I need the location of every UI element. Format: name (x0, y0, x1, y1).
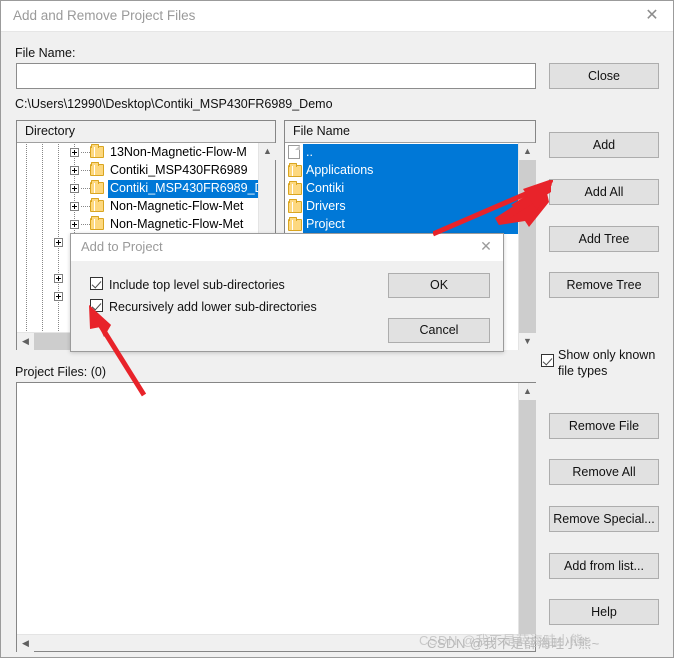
chevron-up-icon[interactable]: ▲ (519, 143, 536, 160)
close-button[interactable]: Close (549, 63, 659, 89)
tree-row-selected[interactable]: Contiki_MSP430FR6989_D (18, 180, 259, 198)
tree-row-label: Non-Magnetic-Flow-Met (110, 217, 244, 231)
list-item[interactable]: Drivers (286, 198, 519, 216)
list-item-label: Project (306, 217, 345, 231)
close-icon[interactable]: ✕ (639, 5, 665, 27)
add-button[interactable]: Add (549, 132, 659, 158)
folder-icon (90, 216, 104, 230)
list-item-label: Contiki (306, 181, 345, 195)
file-name-label: File Name: (15, 46, 76, 60)
tree-connector (81, 152, 90, 153)
show-only-known-label-line2: file types (558, 364, 608, 378)
list-item-label: Applications (306, 163, 374, 177)
expand-plus-icon[interactable] (70, 184, 79, 193)
include-top-level-label: Include top level sub-directories (109, 278, 285, 292)
folder-icon (90, 144, 104, 158)
chevron-left-icon[interactable]: ◀ (17, 635, 34, 652)
tree-row-label: 13Non-Magnetic-Flow-M (110, 145, 247, 159)
expand-plus-icon[interactable] (70, 202, 79, 211)
tree-connector (81, 206, 90, 207)
expand-plus-icon[interactable] (70, 166, 79, 175)
include-top-level-checkbox[interactable] (90, 277, 103, 290)
list-item-label: Drivers (306, 199, 346, 213)
chevron-up-icon[interactable]: ▲ (519, 383, 536, 400)
project-files-panel[interactable]: ▲ ◀ (16, 382, 536, 652)
add-to-project-dialog: Add to Project ✕ Include top level sub-d… (70, 233, 504, 352)
directory-panel-header: Directory (17, 121, 275, 143)
list-item-label: .. (306, 145, 313, 159)
add-remove-project-files-dialog: Add and Remove Project Files ✕ File Name… (0, 0, 674, 658)
project-files-vertical-scrollbar[interactable]: ▲ (518, 383, 536, 634)
folder-icon (288, 217, 302, 231)
remove-special-button[interactable]: Remove Special... (549, 506, 659, 532)
list-item[interactable]: .. (286, 144, 519, 162)
folder-icon (90, 198, 104, 212)
expand-plus-icon[interactable] (70, 148, 79, 157)
recursively-add-lower-checkbox[interactable] (90, 299, 103, 312)
remove-file-button[interactable]: Remove File (549, 413, 659, 439)
modal-title-bar: Add to Project ✕ (71, 234, 503, 261)
add-from-list-button[interactable]: Add from list... (549, 553, 659, 579)
expand-plus-icon[interactable] (54, 292, 63, 301)
current-path-label: C:\Users\12990\Desktop\Contiki_MSP430FR6… (15, 97, 333, 111)
title-bar: Add and Remove Project Files ✕ (1, 1, 673, 32)
tree-connector (81, 170, 90, 171)
chevron-down-icon[interactable]: ▼ (519, 333, 536, 350)
list-item[interactable]: Project (286, 216, 519, 234)
tree-row[interactable]: Contiki_MSP430FR6989 (18, 162, 259, 180)
modal-ok-button[interactable]: OK (388, 273, 490, 298)
tree-row[interactable]: Non-Magnetic-Flow-Met (18, 216, 259, 234)
tree-row[interactable]: Non-Magnetic-Flow-Met (18, 198, 259, 216)
scrollbar-thumb[interactable] (519, 400, 536, 634)
show-only-known-file-types-checkbox[interactable] (541, 354, 554, 367)
remove-tree-button[interactable]: Remove Tree (549, 272, 659, 298)
folder-icon (90, 180, 104, 194)
recursively-add-lower-label: Recursively add lower sub-directories (109, 300, 317, 314)
expand-plus-icon[interactable] (54, 274, 63, 283)
chevron-left-icon[interactable]: ◀ (17, 333, 34, 350)
show-only-known-label-line1: Show only known (558, 348, 656, 362)
watermark-overlay: CSDN @我不是薛海畦小熊~ (427, 636, 600, 651)
list-item[interactable]: Contiki (286, 180, 519, 198)
tree-row-label: Non-Magnetic-Flow-Met (110, 199, 244, 213)
document-icon (288, 145, 300, 159)
tree-row[interactable]: 13Non-Magnetic-Flow-M (18, 144, 259, 162)
selection-highlight (303, 144, 519, 162)
file-list-vertical-scrollbar[interactable]: ▲ ▼ (518, 143, 536, 350)
file-name-panel-header: File Name (285, 121, 535, 143)
folder-icon (288, 181, 302, 195)
folder-icon (288, 199, 302, 213)
expand-plus-icon[interactable] (54, 238, 63, 247)
folder-icon (288, 163, 302, 177)
help-button[interactable]: Help (549, 599, 659, 625)
remove-all-button[interactable]: Remove All (549, 459, 659, 485)
dialog-body: File Name: C:\Users\12990\Desktop\Contik… (1, 32, 673, 657)
file-name-input[interactable] (16, 63, 536, 89)
project-files-label: Project Files: (0) (15, 365, 106, 379)
chevron-up-icon[interactable]: ▲ (259, 143, 276, 160)
tree-row-label: Contiki_MSP430FR6989 (110, 163, 248, 177)
expand-plus-icon[interactable] (70, 220, 79, 229)
tree-connector (81, 224, 90, 225)
scrollbar-thumb[interactable] (519, 160, 536, 333)
add-tree-button[interactable]: Add Tree (549, 226, 659, 252)
list-item[interactable]: Applications (286, 162, 519, 180)
tree-row-label: Contiki_MSP430FR6989_D (108, 180, 259, 198)
window-title: Add and Remove Project Files (13, 8, 196, 23)
folder-icon (90, 162, 104, 176)
add-all-button[interactable]: Add All (549, 179, 659, 205)
modal-title: Add to Project (81, 239, 163, 254)
tree-connector (81, 188, 90, 189)
close-icon[interactable]: ✕ (475, 237, 497, 256)
modal-cancel-button[interactable]: Cancel (388, 318, 490, 343)
